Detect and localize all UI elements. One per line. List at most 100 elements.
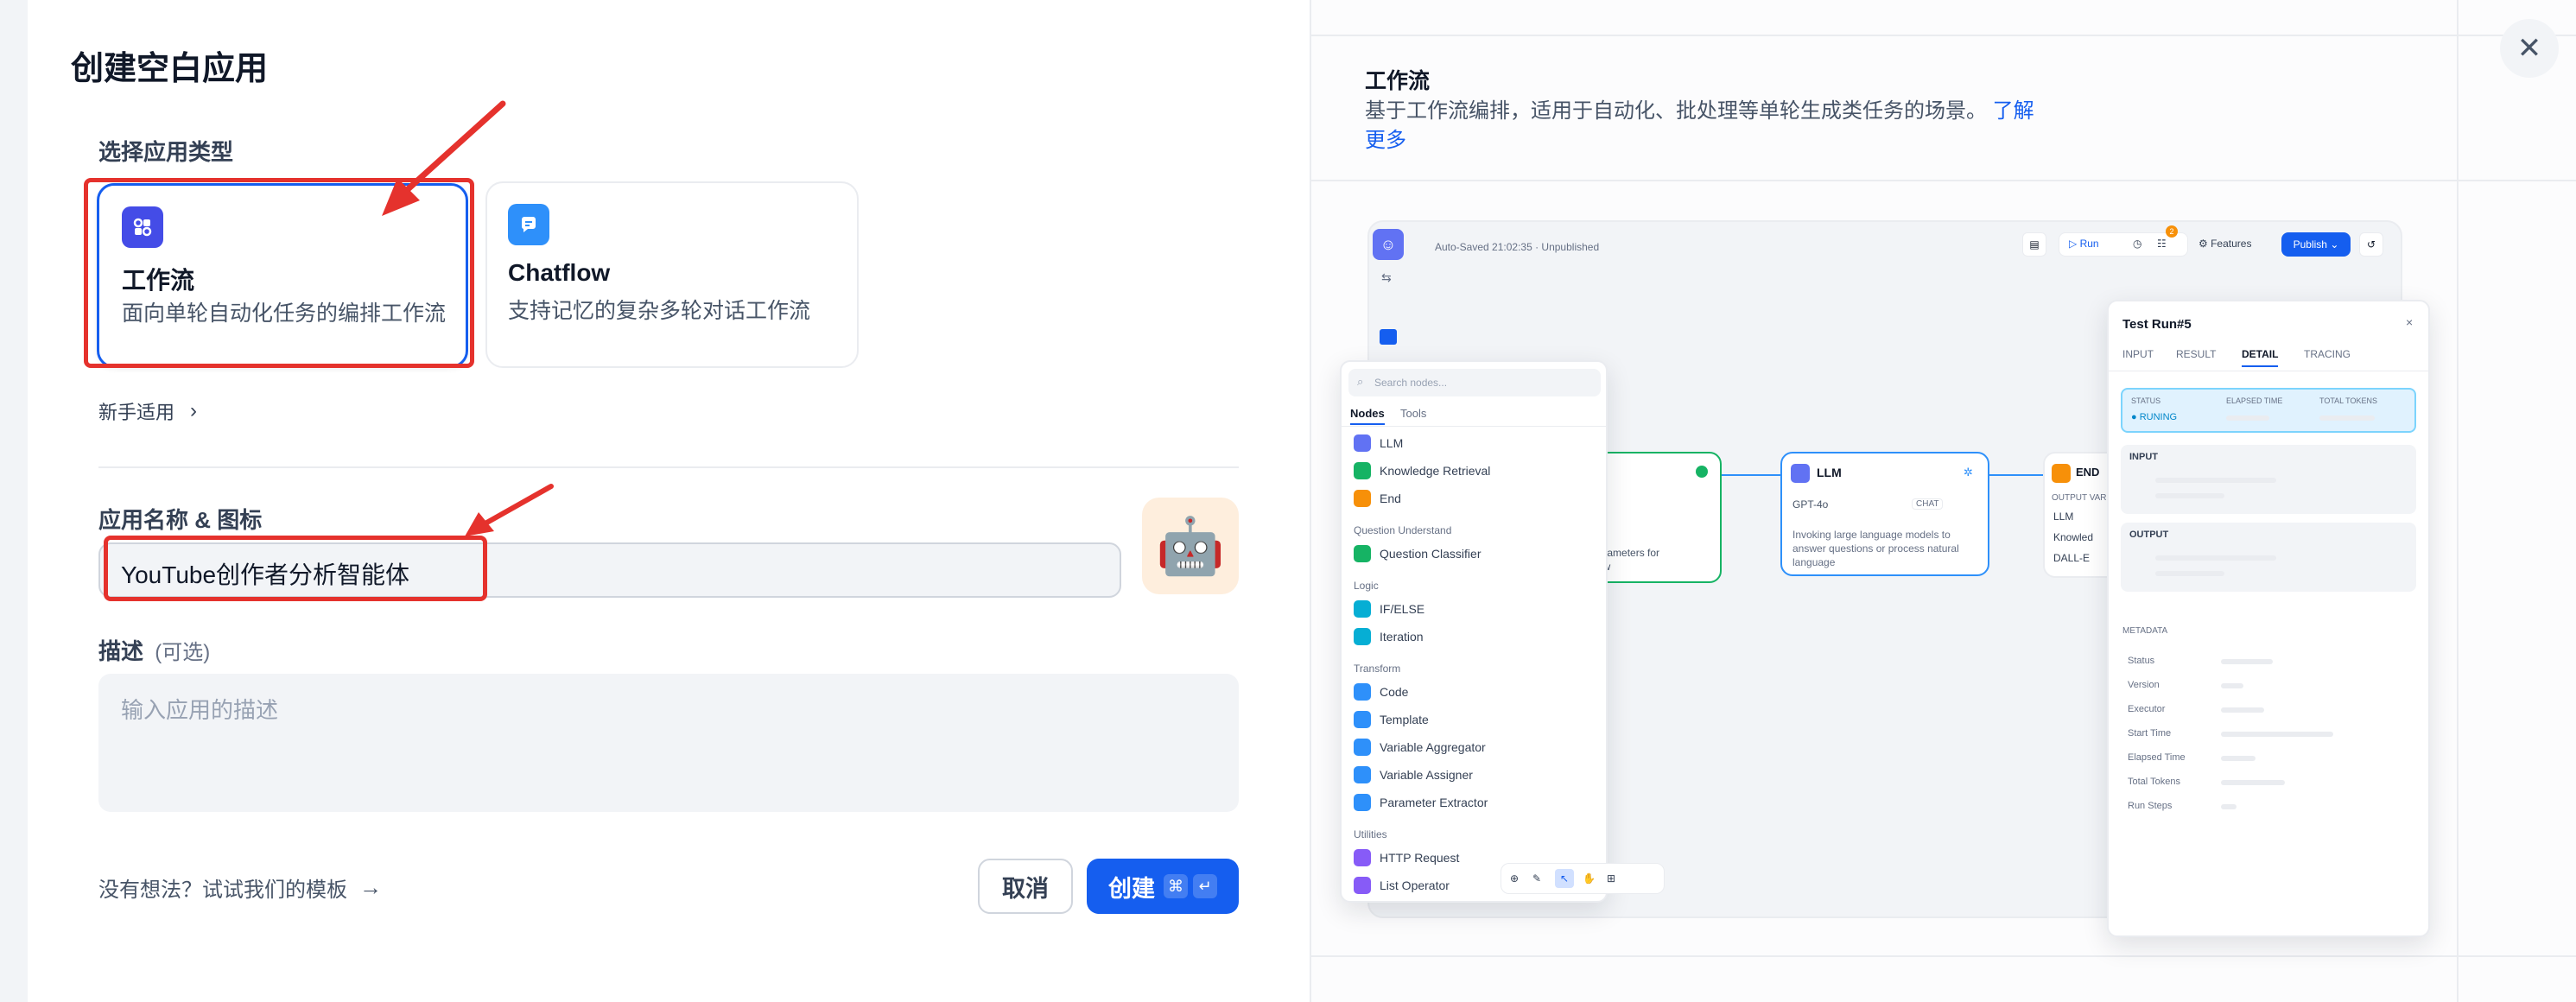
restore-icon[interactable]: ↺: [2359, 232, 2383, 257]
metadata-row-label: Executor: [2128, 704, 2166, 714]
desc-textarea[interactable]: 输入应用的描述: [98, 674, 1239, 812]
panel-icon: [1380, 329, 1397, 345]
enter-key-icon: ↵: [1193, 874, 1217, 898]
node-type-icon: [1354, 766, 1371, 783]
node-type-icon: [1354, 711, 1371, 728]
arrow-annotation-1: [382, 100, 506, 216]
test-run-panel: Test Run#5 × INPUT RESULT DETAIL TRACING…: [2107, 300, 2430, 937]
run-panel-title: Test Run#5: [2122, 317, 2192, 332]
menu-item[interactable]: Variable Assigner: [1354, 766, 1473, 783]
menu-section-header: Utilities: [1354, 828, 1387, 840]
preview-desc-text: 基于工作流编排，适用于自动化、批处理等单轮生成类任务的场景。: [1365, 99, 1987, 123]
menu-item-label: End: [1380, 491, 1401, 505]
template-link[interactable]: 没有想法？试试我们的模板 →: [98, 872, 382, 903]
run-button[interactable]: ▷ Run: [2069, 238, 2099, 250]
app-type-label: 选择应用类型: [98, 139, 234, 165]
placeholder-bar: [2221, 683, 2243, 688]
node-type-icon: [1354, 739, 1371, 756]
cancel-button[interactable]: 取消: [978, 859, 1073, 914]
close-icon[interactable]: ✕: [2500, 19, 2559, 78]
status-value: ● RUNING: [2131, 412, 2178, 422]
menu-section-header: Question Understand: [1354, 524, 1452, 536]
menu-item[interactable]: Template: [1354, 711, 1429, 728]
features-button[interactable]: ⚙ Features: [2198, 238, 2251, 250]
run-tab-result[interactable]: RESULT: [2176, 348, 2216, 360]
menu-item-label: LLM: [1380, 436, 1404, 450]
menu-item[interactable]: End: [1354, 490, 1401, 507]
app-type-card-chatflow[interactable]: Chatflow 支持记忆的复杂多轮对话工作流: [485, 181, 859, 368]
menu-item[interactable]: Iteration: [1354, 628, 1424, 645]
metadata-row-label: Total Tokens: [2128, 777, 2180, 787]
menu-item[interactable]: Variable Aggregator: [1354, 739, 1486, 756]
check-icon: [1696, 466, 1708, 478]
run-tab-input[interactable]: INPUT: [2122, 348, 2154, 360]
llm-desc: Invoking large language models to answer…: [1792, 529, 1959, 568]
beginner-link[interactable]: 新手适用 ›: [98, 397, 197, 425]
tokens-label: TOTAL TOKENS: [2319, 396, 2378, 405]
node-type-icon: [1354, 683, 1371, 701]
checklist-icon[interactable]: ☷: [2157, 238, 2167, 250]
elapsed-label: ELAPSED TIME: [2226, 396, 2283, 405]
env-icon[interactable]: ▤: [2022, 232, 2046, 257]
create-button[interactable]: 创建 ⌘ ↵: [1087, 859, 1239, 914]
run-tab-tracing[interactable]: TRACING: [2304, 348, 2351, 360]
input-label: INPUT: [2129, 452, 2158, 462]
metadata-row-label: Start Time: [2128, 728, 2172, 739]
preview-title: 工作流: [1365, 69, 1431, 93]
node-type-icon: [1354, 545, 1371, 562]
autosaved-text: Auto-Saved 21:02:35 · Unpublished: [1435, 241, 1600, 253]
node-type-icon: [1354, 462, 1371, 479]
metadata-label: METADATA: [2122, 626, 2168, 636]
layout-icon[interactable]: ⊞: [1607, 872, 1615, 885]
hand-icon[interactable]: ✋: [1583, 872, 1596, 885]
note-icon[interactable]: ✎: [1532, 872, 1541, 885]
chevron-right-icon: ›: [190, 399, 198, 422]
placeholder-bar: [2221, 756, 2256, 761]
menu-item[interactable]: LLM: [1354, 434, 1403, 452]
add-node-icon[interactable]: ⊕: [1510, 872, 1519, 885]
template-hint: 没有想法？试试我们的模板: [98, 878, 347, 902]
menu-item[interactable]: Knowledge Retrieval: [1354, 462, 1490, 479]
menu-item-label: Template: [1380, 713, 1429, 726]
input-box: INPUT: [2121, 445, 2416, 514]
metadata-row-label: Run Steps: [2128, 801, 2173, 811]
placeholder-bar: [2155, 571, 2224, 576]
close-icon[interactable]: ×: [2406, 315, 2413, 329]
menu-item-label: HTTP Request: [1380, 851, 1460, 865]
node-search-input[interactable]: ⌕ Search nodes...: [1348, 369, 1601, 396]
tab-tools[interactable]: Tools: [1400, 407, 1426, 420]
status-label: STATUS: [2131, 396, 2161, 405]
menu-item-label: Parameter Extractor: [1380, 796, 1488, 809]
menu-item[interactable]: Parameter Extractor: [1354, 794, 1488, 811]
desc-optional: (可选): [155, 641, 211, 664]
menu-item[interactable]: IF/ELSE: [1354, 600, 1424, 618]
spinner-icon: ✲: [1964, 466, 1973, 479]
end-row-2: Knowled: [2053, 531, 2094, 543]
search-icon: ⌕: [1357, 375, 1364, 388]
end-icon: [2052, 464, 2071, 483]
pointer-icon[interactable]: ↖: [1555, 869, 1574, 888]
menu-item[interactable]: HTTP Request: [1354, 849, 1459, 866]
node-type-icon: [1354, 434, 1371, 452]
node-type-icon: [1354, 490, 1371, 507]
menu-item-label: Variable Aggregator: [1380, 740, 1486, 754]
placeholder-bar: [2221, 707, 2264, 713]
menu-item[interactable]: List Operator: [1354, 877, 1450, 894]
app-avatar[interactable]: 🤖: [1142, 498, 1239, 594]
menu-item-label: Question Classifier: [1380, 547, 1482, 561]
history-icon[interactable]: ◷: [2133, 238, 2141, 250]
menu-item[interactable]: Question Classifier: [1354, 545, 1482, 562]
menu-section-header: Logic: [1354, 580, 1379, 592]
menu-item[interactable]: Code: [1354, 683, 1408, 701]
llm-model: GPT-4o: [1792, 498, 1829, 511]
chatflow-card-title: Chatflow: [508, 259, 611, 286]
llm-node[interactable]: LLM ✲ GPT-4o CHAT Invoking large languag…: [1780, 452, 1989, 576]
run-tab-detail[interactable]: DETAIL: [2242, 348, 2279, 367]
menu-item-label: List Operator: [1380, 878, 1450, 892]
metadata-row-label: Status: [2128, 656, 2155, 666]
tab-nodes[interactable]: Nodes: [1350, 407, 1385, 425]
divider: [98, 466, 1239, 468]
bot-icon: ☺: [1373, 229, 1404, 260]
publish-button[interactable]: Publish ⌄: [2281, 232, 2351, 257]
metadata-row-label: Version: [2128, 680, 2160, 690]
